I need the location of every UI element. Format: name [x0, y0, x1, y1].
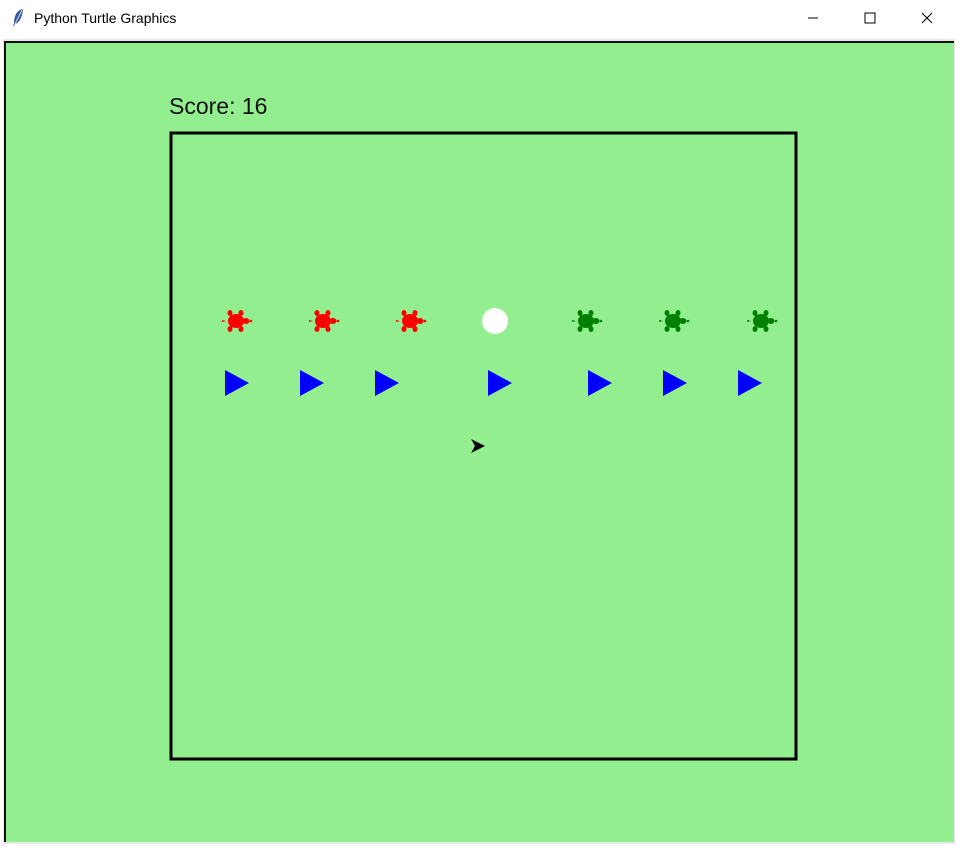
- blue-triangle: [663, 370, 687, 396]
- red-turtle: [222, 310, 253, 332]
- red-turtle: [309, 310, 340, 332]
- blue-triangle: [375, 370, 399, 396]
- white-ball: [482, 308, 508, 334]
- red-turtle: [396, 310, 427, 332]
- blue-triangle: [225, 370, 249, 396]
- green-turtle: [572, 310, 603, 332]
- green-turtle: [747, 310, 778, 332]
- blue-triangle: [300, 370, 324, 396]
- blue-triangle: [488, 370, 512, 396]
- player-arrow: [471, 439, 485, 453]
- blue-triangle: [588, 370, 612, 396]
- green-turtle: [659, 310, 690, 332]
- blue-triangle: [738, 370, 762, 396]
- game-board: [169, 131, 798, 761]
